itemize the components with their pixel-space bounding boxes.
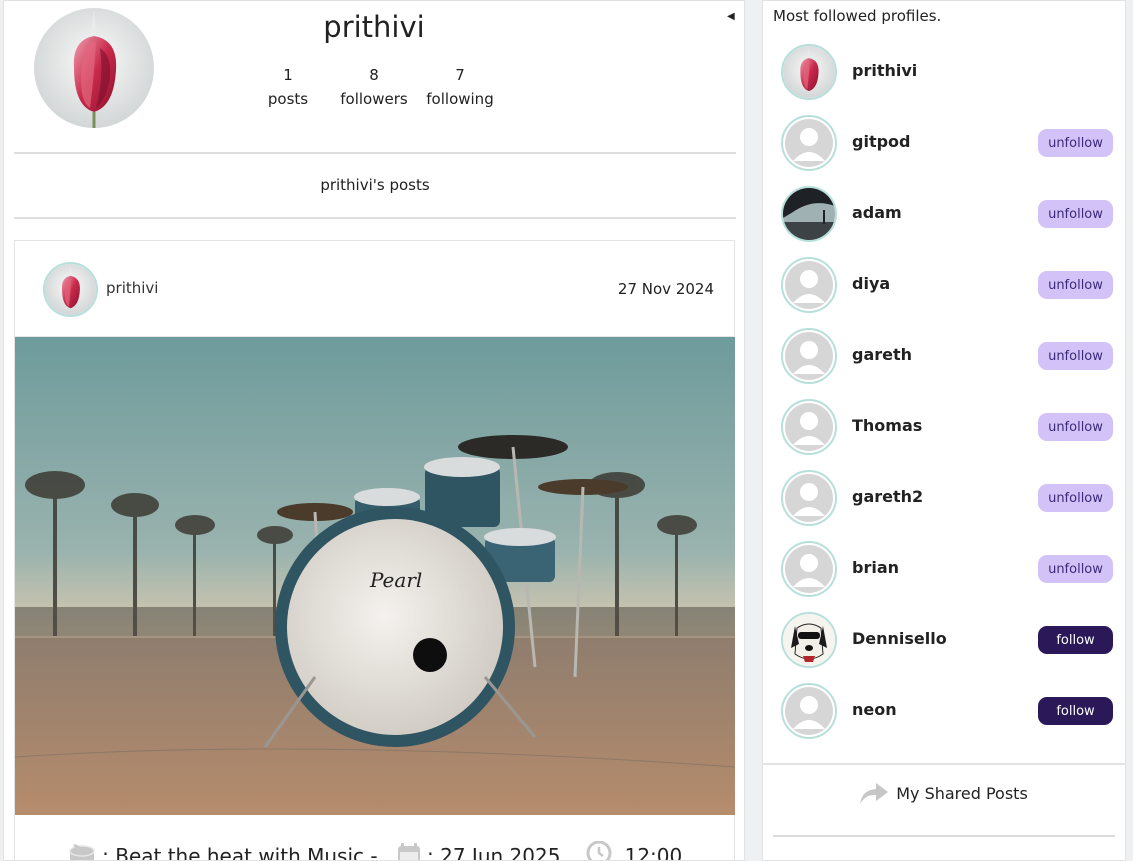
event-time: 12:00	[624, 844, 683, 861]
profile-name[interactable]: adam	[852, 203, 902, 222]
unfollow-button[interactable]: unfollow	[1038, 271, 1113, 299]
profile-row[interactable]: gareth2 unfollow	[763, 470, 1125, 526]
avatar[interactable]	[781, 612, 837, 668]
stat-following[interactable]: 7 following	[415, 63, 505, 111]
default-avatar-icon[interactable]	[781, 115, 837, 171]
default-avatar-icon[interactable]	[781, 257, 837, 313]
avatar[interactable]	[781, 186, 837, 242]
unfollow-button[interactable]: unfollow	[1038, 413, 1113, 441]
profile-name[interactable]: brian	[852, 558, 899, 577]
profile-row[interactable]: adam unfollow	[763, 186, 1125, 242]
unfollow-button[interactable]: unfollow	[1038, 342, 1113, 370]
post-date: 27 Nov 2024	[617, 280, 714, 298]
post-card: prithivi 27 Nov 2024 Pearl: Beat the he…	[14, 240, 735, 861]
profile-name[interactable]: gareth2	[852, 487, 923, 506]
stat-followers[interactable]: 8 followers	[329, 63, 419, 111]
default-avatar-icon[interactable]	[781, 683, 837, 739]
svg-text:Pearl: Pearl	[369, 568, 422, 592]
event-date: : 27 Jun 2025,	[427, 844, 567, 861]
profile-row[interactable]: neon follow	[763, 683, 1125, 739]
divider	[14, 152, 736, 154]
stat-posts-count: 1	[283, 66, 293, 84]
panel-title: Most followed profiles.	[773, 7, 942, 25]
post-author-name[interactable]: prithivi	[106, 279, 158, 297]
stat-followers-count: 8	[369, 66, 379, 84]
divider	[773, 835, 1115, 837]
unfollow-button[interactable]: unfollow	[1038, 484, 1113, 512]
profile-row[interactable]: prithivi	[763, 44, 1125, 100]
profile-name: prithivi	[323, 10, 425, 44]
avatar[interactable]	[781, 44, 837, 100]
shared-posts-panel: My Shared Posts	[762, 764, 1126, 861]
divider	[14, 217, 736, 219]
stat-followers-label: followers	[340, 90, 408, 108]
unfollow-button[interactable]: unfollow	[1038, 129, 1113, 157]
my-shared-posts-link[interactable]: My Shared Posts	[763, 783, 1125, 805]
profile-name[interactable]: neon	[852, 700, 897, 719]
stat-posts[interactable]: 1 posts	[243, 63, 333, 111]
default-avatar-icon[interactable]	[781, 328, 837, 384]
profile-pane: prithivi 1 posts 8 followers 7 following…	[3, 0, 745, 861]
unfollow-button[interactable]: unfollow	[1038, 200, 1113, 228]
followed-profiles-panel: Most followed profiles. prithivi gitpod …	[762, 0, 1126, 764]
profile-row[interactable]: diya unfollow	[763, 257, 1125, 313]
profile-row[interactable]: gitpod unfollow	[763, 115, 1125, 171]
profile-name[interactable]: prithivi	[852, 61, 917, 80]
shared-posts-label: My Shared Posts	[896, 784, 1028, 803]
collapse-caret-icon[interactable]: ◀	[727, 11, 735, 22]
stat-following-count: 7	[455, 66, 465, 84]
profile-row[interactable]: Thomas unfollow	[763, 399, 1125, 455]
post-author-avatar[interactable]	[43, 262, 98, 317]
default-avatar-icon[interactable]	[781, 541, 837, 597]
post-image[interactable]: Pearl	[15, 337, 735, 815]
follow-button[interactable]: follow	[1038, 697, 1113, 725]
profile-name[interactable]: diya	[852, 274, 890, 293]
drum-icon	[68, 843, 96, 860]
profile-row[interactable]: Dennisello follow	[763, 612, 1125, 668]
stat-posts-label: posts	[267, 90, 309, 108]
default-avatar-icon[interactable]	[781, 470, 837, 526]
event-line: : Beat the heat with Music - : 27 Jun 20…	[15, 840, 735, 861]
default-avatar-icon[interactable]	[781, 399, 837, 455]
unfollow-button[interactable]: unfollow	[1038, 555, 1113, 583]
profile-avatar	[34, 8, 154, 128]
stat-following-label: following	[426, 90, 494, 108]
profile-name[interactable]: Thomas	[852, 416, 922, 435]
profile-row[interactable]: brian unfollow	[763, 541, 1125, 597]
clock-icon	[586, 840, 612, 860]
profile-name[interactable]: gitpod	[852, 132, 910, 151]
profile-row[interactable]: gareth unfollow	[763, 328, 1125, 384]
event-title: : Beat the heat with Music -	[102, 844, 378, 861]
calendar-icon	[397, 843, 421, 860]
share-arrow-icon	[860, 783, 889, 804]
follow-button[interactable]: follow	[1038, 626, 1113, 654]
posts-heading: prithivi's posts	[320, 176, 430, 194]
profile-name[interactable]: gareth	[852, 345, 912, 364]
profile-name[interactable]: Dennisello	[852, 629, 947, 648]
